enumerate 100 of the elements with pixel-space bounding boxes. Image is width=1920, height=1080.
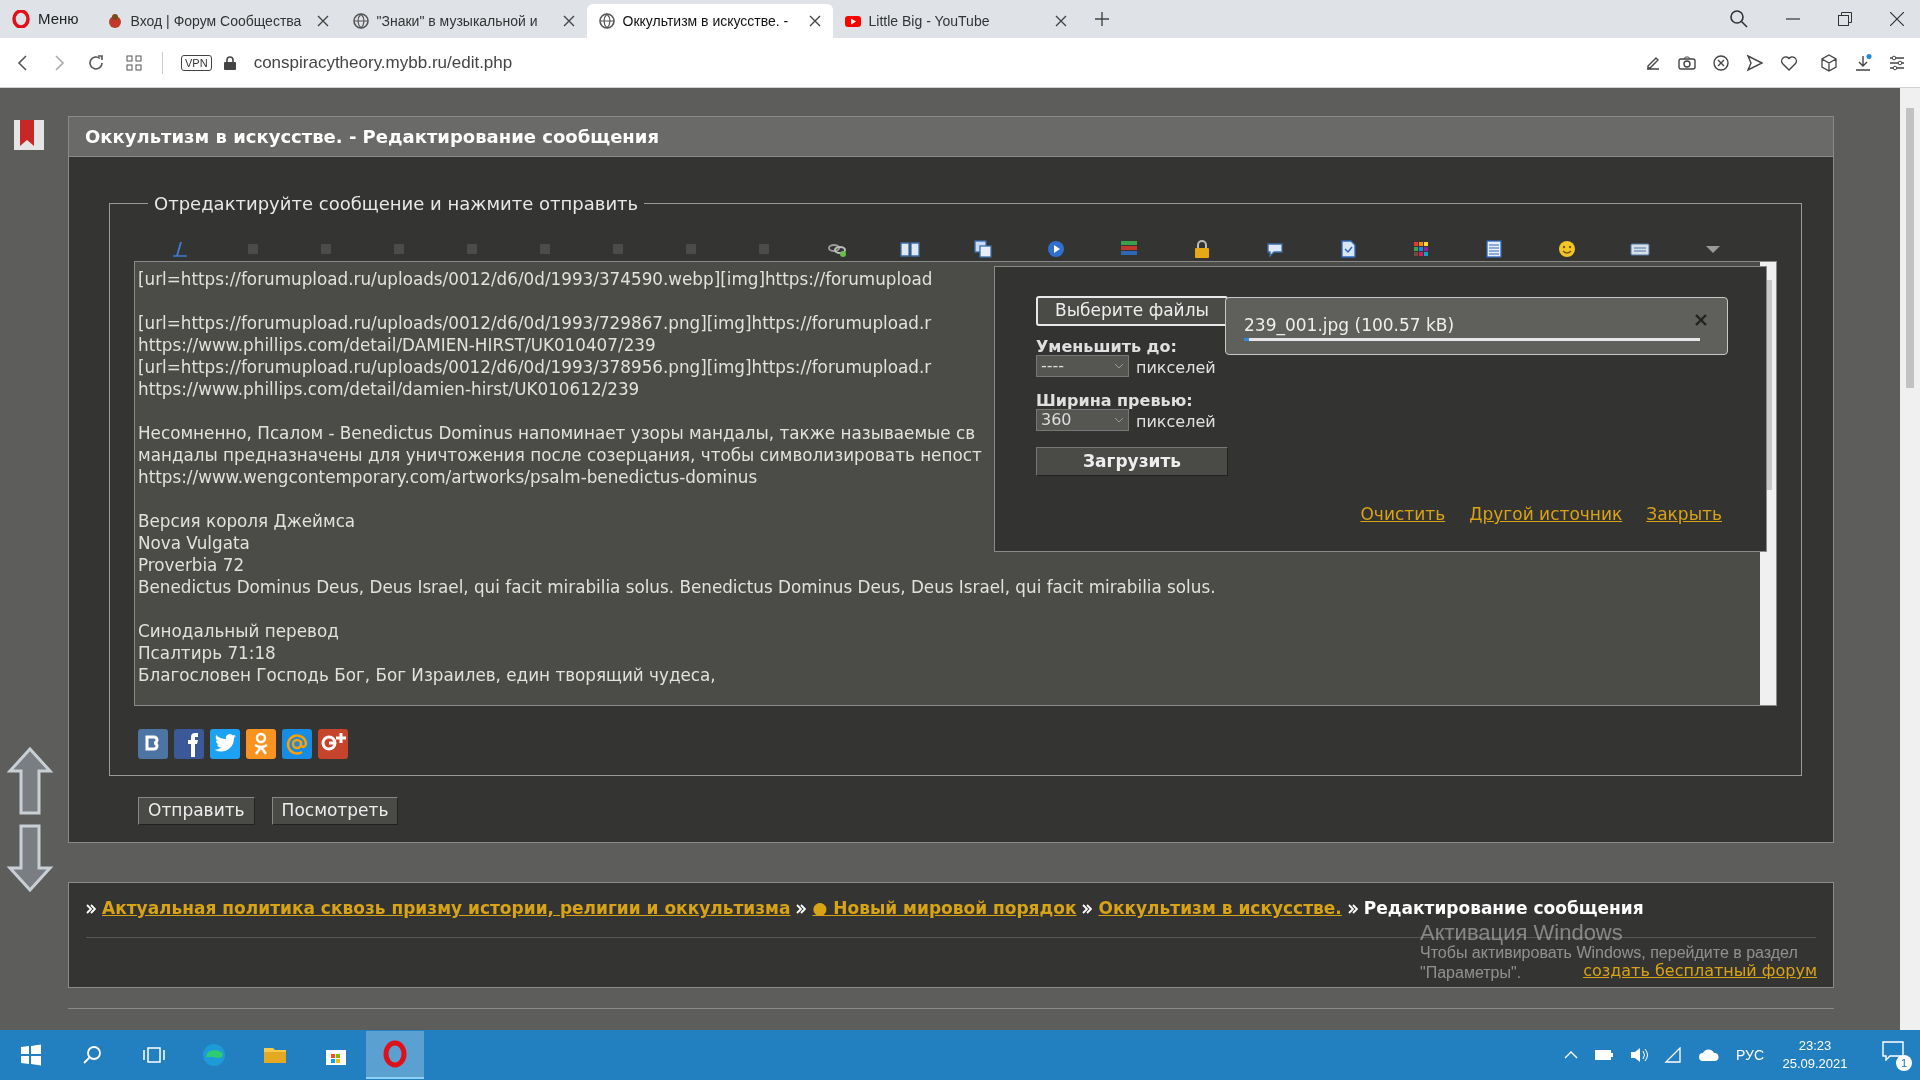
text-line: Benedictus Dominus Deus, Deus Israel, qui facit mirabilia solus. Benedictus Dominus Deus, Deus Israel, qui facit mirabilia solus. — [138, 576, 1216, 598]
text-line: Nova Vulgata — [138, 532, 250, 554]
form-button[interactable]: Посмотреть — [271, 797, 399, 825]
document-icon[interactable] — [1338, 239, 1358, 259]
close-icon[interactable] — [808, 15, 821, 27]
activation-text: Чтобы активировать Windows, перейдите в раздел — [1420, 944, 1798, 961]
new-tab-icon[interactable] — [1094, 12, 1109, 26]
breadcrumb-link[interactable]: Актуальная политика сквозь призму истории, религии и оккультизма — [102, 896, 791, 922]
chevron-up-icon[interactable] — [1563, 1050, 1578, 1060]
popup-link[interactable]: Закрыть — [1646, 502, 1722, 528]
text-line: [url=https://forumupload.ru/uploads/0012/d6/0d/1993/378956.png][img]https://forumupload.r — [138, 356, 932, 378]
notification-icon[interactable] — [1882, 1041, 1904, 1061]
size-dropdown[interactable]: ---- — [1036, 355, 1129, 377]
volume-icon[interactable] — [1629, 1047, 1648, 1063]
notification-badge: 1 — [1896, 1055, 1912, 1071]
browser-tab[interactable]: "Знаки" в музыкальной и — [340, 4, 587, 38]
text-line: [url=https://forumupload.ru/uploads/0012/d6/0d/1993/729867.png][img]https://forumupload.r — [138, 312, 932, 334]
breadcrumb-link[interactable]: ● Новый мировой порядок — [812, 896, 1077, 922]
upload-button[interactable]: Загрузить — [1036, 447, 1228, 476]
unit-label: пикселей — [1136, 411, 1216, 433]
camera-icon[interactable] — [1678, 53, 1696, 72]
caret-icon — [1114, 363, 1124, 369]
file-name: 239_001.jpg (100.57 kB) — [1244, 314, 1455, 338]
color-grid-icon[interactable] — [1411, 239, 1431, 259]
field-label: Уменьшить до: — [1036, 336, 1177, 358]
download-icon[interactable] — [1854, 53, 1872, 72]
bug-icon — [106, 13, 123, 29]
browser-tab[interactable]: Вход | Форум Сообщества — [94, 4, 341, 38]
close-icon[interactable] — [562, 15, 575, 27]
table-icon[interactable] — [1484, 239, 1504, 259]
down-arrow-icon[interactable] — [5, 823, 55, 893]
vk-share-icon[interactable] — [138, 729, 168, 759]
twitter-share-icon[interactable] — [210, 729, 240, 759]
book-icon[interactable] — [900, 239, 920, 259]
language-indicator[interactable]: РУС — [1735, 1044, 1764, 1066]
field-label: Ширина превью: — [1036, 390, 1193, 412]
popup-link[interactable]: Очистить — [1360, 502, 1446, 528]
lock-icon[interactable] — [223, 55, 236, 70]
text-line: Псалтирь 71:18 — [138, 642, 276, 664]
cloud-icon[interactable] — [1697, 1048, 1720, 1062]
heart-icon[interactable] — [1780, 53, 1798, 72]
battery-icon[interactable] — [1593, 1049, 1614, 1061]
browser-tab[interactable]: Little Big - YouTube — [832, 4, 1079, 38]
breadcrumb-link[interactable]: Оккультизм в искусстве. — [1098, 896, 1342, 922]
settings-icon[interactable] — [1888, 53, 1906, 72]
browser-tab[interactable]: Оккультизм в искусстве. - — [586, 4, 833, 38]
pen-icon[interactable] — [170, 239, 190, 259]
double-chevron-icon — [1082, 903, 1093, 914]
globe-icon — [598, 13, 615, 29]
message-textarea[interactable] — [134, 261, 1777, 706]
tab-title: Вход | Форум Сообщества — [130, 11, 303, 31]
cube-icon[interactable] — [1820, 53, 1838, 72]
network-icon[interactable] — [1663, 1047, 1682, 1063]
up-arrow-icon[interactable] — [5, 746, 55, 816]
opera-taskbar-button[interactable] — [366, 1031, 424, 1079]
grid-icon[interactable] — [126, 54, 142, 71]
smiley-icon[interactable] — [1557, 239, 1577, 259]
send-icon[interactable] — [1746, 53, 1764, 72]
text-line: Синодальный перевод — [138, 620, 339, 642]
close-icon[interactable] — [1054, 15, 1067, 27]
close-icon[interactable] — [316, 15, 329, 27]
caret-icon — [1114, 417, 1124, 423]
bookmark-icon[interactable] — [12, 118, 46, 152]
restore-icon[interactable] — [1838, 12, 1852, 26]
close-icon[interactable] — [1890, 12, 1904, 26]
text-line: Proverbia 72 — [138, 554, 245, 576]
activation-text: "Параметры". — [1420, 964, 1522, 981]
opera-logo-icon — [381, 1040, 409, 1068]
play-icon[interactable] — [1046, 239, 1066, 259]
panel-title: Оккультизм в искусстве. - Редактирование сообщения — [85, 125, 659, 149]
opera-logo-icon[interactable] — [12, 10, 30, 28]
page-scrollbar[interactable] — [1900, 88, 1920, 1030]
text-line: Несомненно, Псалом - Benedictus Dominus напоминает узоры мандалы, также называемые св — [138, 422, 976, 444]
choose-files-button[interactable]: Выберите файлы — [1036, 296, 1228, 326]
tab-title: "Знаки" в музыкальной и — [376, 11, 539, 31]
lock-icon[interactable] — [1192, 239, 1212, 259]
double-chevron-icon — [1347, 903, 1358, 914]
text-line: https://www.phillips.com/detail/damien-hirst/UK010612/239 — [138, 378, 640, 400]
size-dropdown[interactable]: 360 — [1036, 409, 1129, 431]
odnoklassniki-share-icon[interactable] — [246, 729, 276, 759]
copy-icon[interactable] — [973, 239, 993, 259]
google-plus-share-icon[interactable] — [318, 729, 348, 759]
back-icon[interactable] — [16, 54, 30, 71]
popup-link[interactable]: Другой источник — [1469, 502, 1623, 528]
video-play-icon — [844, 13, 861, 29]
text-line: https://www.wengcontemporary.com/artworks/psalm-benedictus-dominus — [138, 466, 758, 488]
text-line: https://www.phillips.com/detail/DAMIEN-HIRST/UK010407/239 — [138, 334, 656, 356]
menu-label[interactable]: Меню — [38, 7, 79, 31]
create-forum-link[interactable]: создать бесплатный форум — [1583, 961, 1817, 981]
reload-icon[interactable] — [88, 54, 104, 71]
block-icon[interactable] — [1712, 53, 1730, 72]
facebook-share-icon[interactable] — [174, 729, 204, 759]
clock[interactable]: 23:23 25.09.2021 — [1780, 1037, 1850, 1073]
text-line: мандалы предназначены для уничтожения после созерцания, чтобы символизировать непост — [138, 444, 982, 466]
search-icon[interactable] — [1730, 10, 1748, 28]
vpn-badge[interactable]: VPN — [181, 54, 212, 71]
address-field[interactable]: conspiracytheory.mybb.ru/edit.php — [253, 49, 513, 76]
double-chevron-icon — [86, 903, 96, 914]
form-button[interactable]: Отправить — [138, 797, 255, 825]
breadcrumb-current: Редактирование сообщения — [1363, 897, 1644, 920]
